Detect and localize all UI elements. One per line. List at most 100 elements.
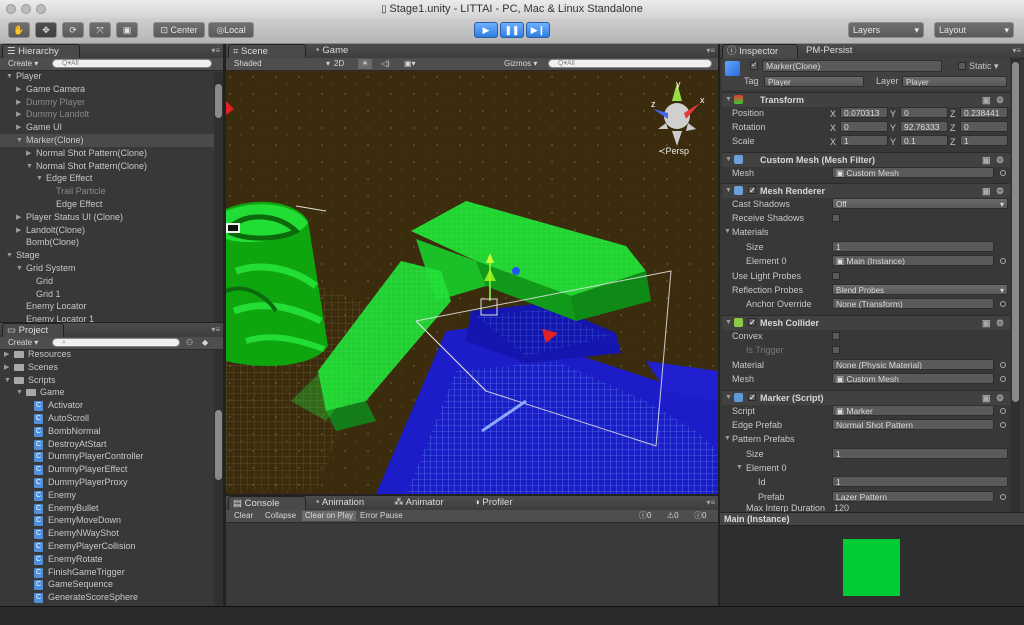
reflection-probes-dropdown[interactable]: Blend Probes ▾ — [832, 284, 1008, 295]
rotate-tool-button[interactable]: ⟳ — [62, 22, 84, 38]
tab-animation[interactable]: ◔ Animation — [310, 496, 396, 510]
object-name-field[interactable]: Marker(Clone) — [762, 60, 942, 72]
hand-tool-button[interactable]: ✋ — [8, 22, 30, 38]
position-x-field[interactable]: 0.070313 — [840, 107, 888, 118]
gear-icon[interactable]: ⚙ — [996, 316, 1004, 330]
hierarchy-item[interactable]: Enemy Locator 1 — [0, 313, 214, 322]
help-book-icon[interactable]: ▣ — [982, 93, 991, 107]
mesh-collider-enabled-checkbox[interactable] — [748, 316, 756, 330]
object-picker-icon[interactable] — [1000, 170, 1006, 176]
transform-header[interactable]: ▼ Transform ▣ ⚙ — [722, 92, 1010, 107]
hierarchy-item[interactable]: ▼ Player — [0, 72, 214, 83]
expanded-arrow-icon[interactable]: ▼ — [6, 249, 14, 262]
hierarchy-item[interactable]: Edge Effect — [0, 198, 214, 211]
material-preview-swatch[interactable] — [843, 539, 900, 596]
tab-inspector[interactable]: ⓘ Inspector — [722, 44, 798, 58]
panel-menu-icon[interactable]: ▾≡ — [1012, 46, 1021, 55]
filter-label-icon[interactable]: ◆ — [202, 338, 208, 348]
console-clear-on-play-button[interactable]: Clear on Play — [302, 511, 357, 521]
rotation-x-field[interactable]: 0 — [840, 121, 888, 132]
scroll-thumb[interactable] — [1012, 62, 1019, 402]
collapsed-arrow-icon[interactable]: ▶ — [16, 121, 24, 134]
expanded-arrow-icon[interactable]: ▼ — [16, 134, 24, 147]
gear-icon[interactable]: ⚙ — [996, 153, 1004, 167]
expanded-arrow-icon[interactable]: ▼ — [36, 172, 44, 185]
filter-type-icon[interactable]: ⚇ — [186, 338, 193, 348]
project-script-item[interactable]: C DestroyAtStart — [0, 438, 214, 451]
play-button[interactable]: ▶ — [474, 22, 498, 38]
help-book-icon[interactable]: ▣ — [982, 184, 991, 198]
mesh-renderer-enabled-checkbox[interactable] — [748, 184, 756, 198]
hierarchy-item[interactable]: ▼ Normal Shot Pattern(Clone) — [0, 160, 214, 173]
gear-icon[interactable]: ⚙ — [996, 93, 1004, 107]
help-book-icon[interactable]: ▣ — [982, 316, 991, 330]
tab-project[interactable]: ▭ Project — [2, 323, 64, 337]
object-picker-icon[interactable] — [1000, 258, 1006, 264]
object-picker-icon[interactable] — [1000, 422, 1006, 428]
zoom-window-button[interactable] — [36, 4, 46, 14]
project-script-item[interactable]: C DummyPlayerEffect — [0, 463, 214, 476]
hierarchy-item[interactable]: ▶ Player Status UI (Clone) — [0, 211, 214, 224]
project-script-item[interactable]: C EnemyMoveDown — [0, 514, 214, 527]
object-picker-icon[interactable] — [1000, 494, 1006, 500]
help-book-icon[interactable]: ▣ — [982, 153, 991, 167]
project-folder[interactable]: ▶ Scenes — [0, 361, 214, 374]
collapsed-arrow-icon[interactable]: ▶ — [16, 96, 24, 109]
tab-scene[interactable]: ⌗ Scene — [228, 44, 306, 58]
object-picker-icon[interactable] — [1000, 408, 1006, 414]
mesh-collider-header[interactable]: ▼ Mesh Collider ▣ ⚙ — [722, 315, 1010, 330]
warning-count-toggle[interactable]: ⚠0 — [667, 511, 679, 521]
close-window-button[interactable] — [6, 4, 16, 14]
collider-material-field[interactable]: None (Physic Material) — [832, 359, 994, 370]
hierarchy-search-input[interactable]: Q▾All — [52, 59, 212, 68]
hierarchy-item[interactable]: ▶ Game UI — [0, 121, 214, 134]
project-script-item[interactable]: C AutoScroll — [0, 412, 214, 425]
effects-toggle-icon[interactable]: ▣▾ — [404, 59, 416, 69]
rotation-y-field[interactable]: 92.76333 — [900, 121, 948, 132]
project-script-item[interactable]: C Enemy — [0, 489, 214, 502]
hierarchy-item[interactable]: ▼ Grid System — [0, 262, 214, 275]
tab-animator[interactable]: ⁂ Animator — [390, 496, 476, 510]
max-interp-value[interactable]: 120 — [834, 504, 849, 512]
hierarchy-item[interactable]: ▶ Normal Shot Pattern(Clone) — [0, 147, 214, 160]
tab-profiler[interactable]: ◑ Profiler — [470, 496, 544, 510]
cast-shadows-dropdown[interactable]: Off ▾ — [832, 198, 1008, 209]
mesh-filter-header[interactable]: ▼ Custom Mesh (Mesh Filter) ▣ ⚙ — [722, 152, 1010, 167]
collapsed-arrow-icon[interactable]: ▶ — [4, 361, 12, 374]
2d-toggle[interactable]: 2D — [334, 59, 344, 69]
hierarchy-item[interactable]: Trail Particle — [0, 185, 214, 198]
info-count-toggle[interactable]: ⓘ0 — [639, 511, 651, 521]
convex-checkbox[interactable] — [832, 332, 840, 340]
rotation-z-field[interactable]: 0 — [960, 121, 1008, 132]
anchor-override-field[interactable]: None (Transform) — [832, 298, 994, 309]
material-element0-field[interactable]: ▣ Main (Instance) — [832, 255, 994, 266]
layer-dropdown[interactable]: Player — [902, 76, 1007, 87]
panel-menu-icon[interactable]: ▾≡ — [706, 46, 715, 55]
projection-label[interactable]: ≺Persp — [658, 146, 689, 157]
hierarchy-item[interactable]: Grid — [0, 275, 214, 288]
mesh-filter-mesh-field[interactable]: ▣ Custom Mesh — [832, 167, 994, 178]
scene-viewport[interactable]: y z x ≺Persp — [226, 71, 718, 494]
error-count-toggle[interactable]: ⓘ0 — [694, 511, 706, 521]
marker-script-enabled-checkbox[interactable] — [748, 391, 756, 405]
shading-mode-dropdown[interactable]: Shaded ▾ — [234, 59, 330, 69]
expanded-arrow-icon[interactable]: ▼ — [725, 316, 732, 330]
hierarchy-create-button[interactable]: Create ▾ — [8, 59, 38, 69]
static-dropdown[interactable]: Static ▾ — [969, 61, 999, 72]
expanded-arrow-icon[interactable]: ▼ — [16, 262, 24, 275]
console-error-pause-button[interactable]: Error Pause — [360, 511, 403, 521]
project-script-item[interactable]: C DummyPlayerProxy — [0, 476, 214, 489]
position-z-field[interactable]: 0.238441 — [960, 107, 1008, 118]
tag-dropdown[interactable]: Player — [764, 76, 864, 87]
scroll-thumb[interactable] — [215, 84, 222, 118]
expanded-arrow-icon[interactable]: ▼ — [725, 391, 732, 405]
mesh-renderer-header[interactable]: ▼ Mesh Renderer ▣ ⚙ — [722, 183, 1010, 198]
static-checkbox[interactable] — [958, 62, 966, 70]
project-script-item[interactable]: C GameSequence — [0, 578, 214, 591]
hierarchy-item[interactable]: ▶ Dummy Player — [0, 96, 214, 109]
collapsed-arrow-icon[interactable]: ▶ — [16, 211, 24, 224]
hierarchy-item[interactable]: ▶ Dummy Landolt — [0, 108, 214, 121]
project-folder[interactable]: ▼ Game — [0, 386, 214, 399]
scene-search-input[interactable]: Q▾All — [548, 59, 712, 68]
object-picker-icon[interactable] — [1000, 301, 1006, 307]
